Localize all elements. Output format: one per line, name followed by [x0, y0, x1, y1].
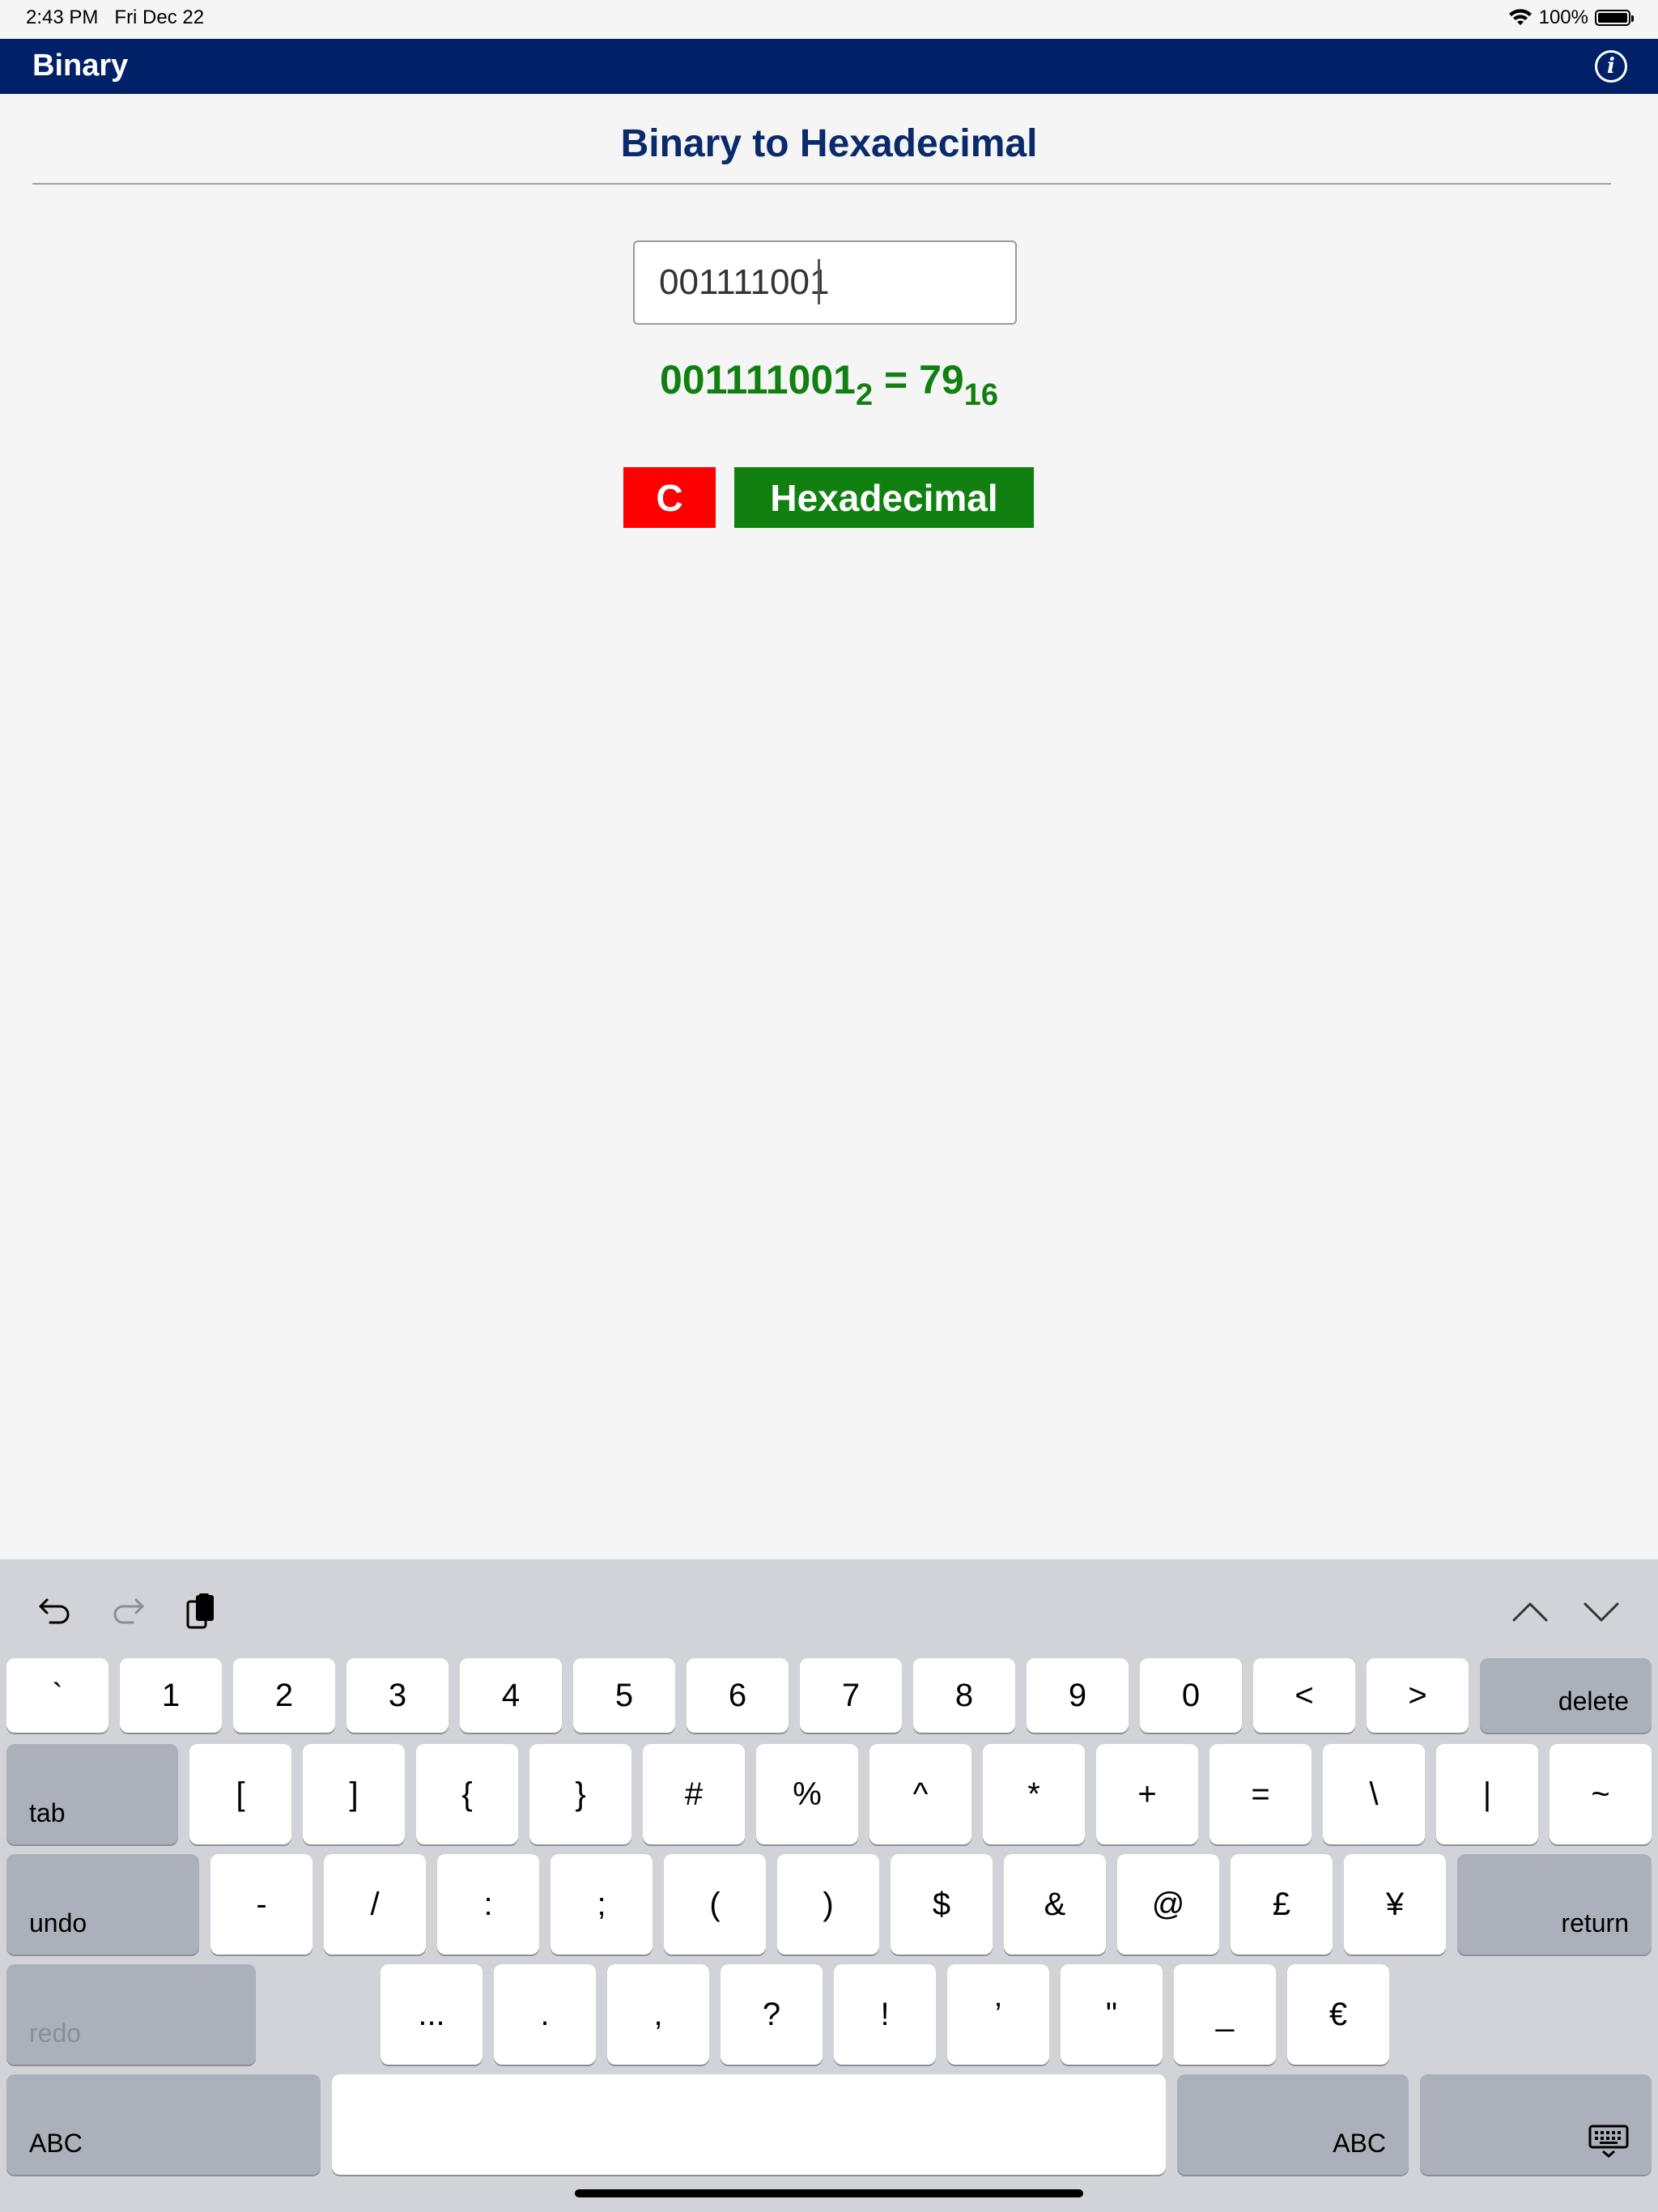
- key[interactable]: \: [1323, 1744, 1425, 1844]
- key[interactable]: ...: [380, 1964, 483, 2065]
- tab-key[interactable]: tab: [6, 1744, 178, 1844]
- result-binary: 001111001: [659, 357, 856, 402]
- key[interactable]: [: [189, 1744, 291, 1844]
- undo-key[interactable]: undo: [6, 1854, 199, 1955]
- key[interactable]: <: [1253, 1658, 1355, 1733]
- key[interactable]: ): [777, 1854, 879, 1955]
- key[interactable]: %: [756, 1744, 858, 1844]
- nav-bar: Binary i: [0, 39, 1658, 94]
- key[interactable]: 0: [1140, 1658, 1242, 1733]
- key[interactable]: $: [891, 1854, 993, 1955]
- info-icon[interactable]: i: [1595, 50, 1627, 83]
- key[interactable]: ]: [303, 1744, 405, 1844]
- key[interactable]: ~: [1550, 1744, 1652, 1844]
- key[interactable]: _: [1174, 1964, 1276, 2065]
- key[interactable]: @: [1117, 1854, 1219, 1955]
- key[interactable]: ?: [721, 1964, 823, 2065]
- battery-icon: [1595, 10, 1634, 26]
- result-hex-base: 16: [963, 378, 999, 412]
- key[interactable]: -: [210, 1854, 312, 1955]
- key[interactable]: &: [1004, 1854, 1106, 1955]
- space-bar[interactable]: [332, 2074, 1166, 2175]
- return-key[interactable]: return: [1457, 1854, 1652, 1955]
- text-cursor: [818, 259, 820, 304]
- conversion-result: 0011110012 = 7916: [0, 356, 1658, 410]
- key[interactable]: }: [529, 1744, 631, 1844]
- divider: [32, 183, 1611, 185]
- key[interactable]: 5: [573, 1658, 675, 1733]
- key[interactable]: +: [1096, 1744, 1198, 1844]
- key[interactable]: €: [1287, 1964, 1389, 2065]
- key[interactable]: #: [643, 1744, 745, 1844]
- key[interactable]: {: [416, 1744, 518, 1844]
- delete-key[interactable]: delete: [1480, 1658, 1652, 1733]
- result-equals: =: [873, 357, 920, 402]
- key[interactable]: ": [1061, 1964, 1163, 2065]
- key[interactable]: .: [494, 1964, 596, 2065]
- result-binary-base: 2: [855, 378, 874, 412]
- key[interactable]: *: [983, 1744, 1085, 1844]
- clipboard-icon[interactable]: [181, 1592, 220, 1631]
- undo-arrow-icon[interactable]: [36, 1592, 74, 1631]
- key[interactable]: !: [834, 1964, 936, 2065]
- key[interactable]: >: [1367, 1658, 1469, 1733]
- key[interactable]: ¥: [1344, 1854, 1446, 1955]
- home-indicator: [575, 2189, 1083, 2197]
- redo-arrow-icon[interactable]: [108, 1592, 147, 1631]
- key[interactable]: :: [437, 1854, 539, 1955]
- keyboard-dismiss-icon[interactable]: [1420, 2074, 1652, 2175]
- convert-hexadecimal-button[interactable]: Hexadecimal: [734, 467, 1034, 528]
- status-bar: 2:43 PM Fri Dec 22 100%: [0, 0, 1658, 39]
- battery-percent: 100%: [1538, 6, 1588, 28]
- status-time: 2:43 PM Fri Dec 22: [26, 6, 205, 28]
- binary-input[interactable]: [633, 240, 1017, 325]
- page-title: Binary to Hexadecimal: [620, 122, 1038, 165]
- key[interactable]: £: [1231, 1854, 1333, 1955]
- key[interactable]: ^: [869, 1744, 971, 1844]
- key[interactable]: (: [664, 1854, 766, 1955]
- key[interactable]: 9: [1027, 1658, 1129, 1733]
- abc-key-left[interactable]: ABC: [6, 2074, 321, 2175]
- key[interactable]: ’: [947, 1964, 1049, 2065]
- key[interactable]: 3: [346, 1658, 449, 1733]
- key[interactable]: ,: [607, 1964, 709, 2065]
- redo-key[interactable]: redo: [6, 1964, 256, 2065]
- key[interactable]: ;: [551, 1854, 653, 1955]
- chevron-up-icon[interactable]: [1511, 1592, 1550, 1631]
- keyboard-toolbar: [0, 1559, 1658, 1657]
- abc-key-right[interactable]: ABC: [1177, 2074, 1409, 2175]
- result-hex: 79: [919, 357, 964, 402]
- key[interactable]: /: [324, 1854, 426, 1955]
- key[interactable]: 8: [913, 1658, 1015, 1733]
- status-indicators: 100%: [1508, 6, 1634, 29]
- key[interactable]: `: [6, 1658, 108, 1733]
- key[interactable]: |: [1436, 1744, 1538, 1844]
- key[interactable]: 1: [120, 1658, 222, 1733]
- key[interactable]: 6: [687, 1658, 789, 1733]
- chevron-down-icon[interactable]: [1582, 1592, 1621, 1631]
- clear-button[interactable]: C: [623, 467, 716, 528]
- nav-title: Binary: [32, 49, 129, 83]
- key[interactable]: 4: [460, 1658, 562, 1733]
- key[interactable]: 2: [233, 1658, 335, 1733]
- key[interactable]: 7: [800, 1658, 902, 1733]
- wifi-icon: [1508, 9, 1532, 25]
- key[interactable]: =: [1209, 1744, 1312, 1844]
